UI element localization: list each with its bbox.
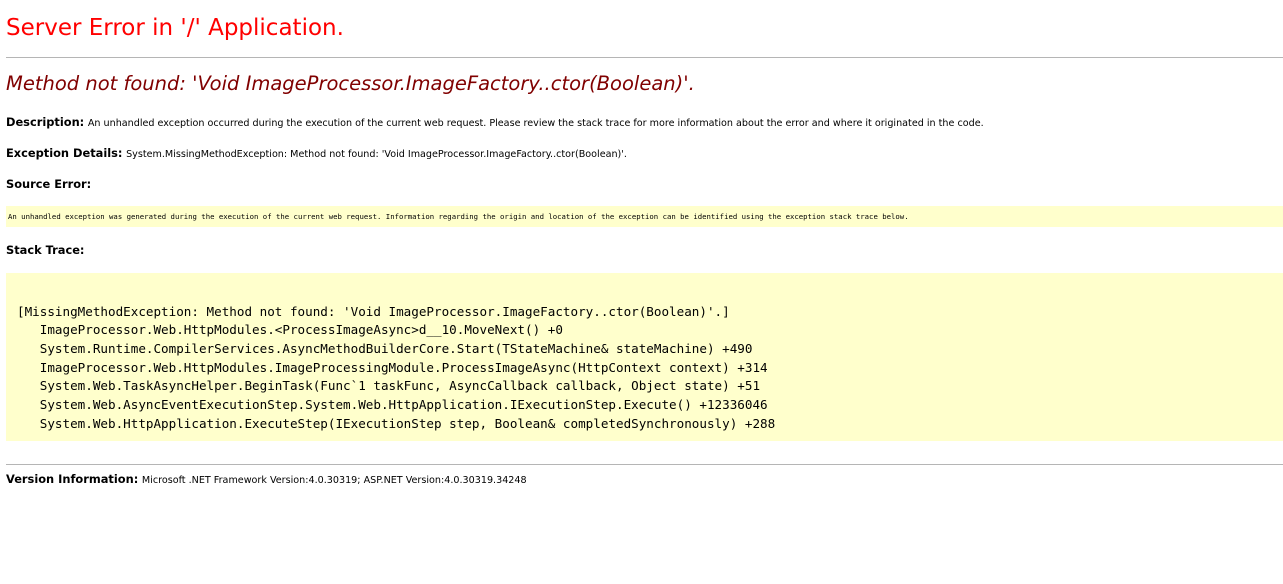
exception-details-label: Exception Details: [6, 146, 123, 160]
stack-trace-line: ImageProcessor.Web.HttpModules.ImageProc… [17, 360, 768, 375]
title-divider [6, 57, 1283, 58]
footer-divider [6, 464, 1283, 465]
stack-trace-line: System.Web.AsyncEventExecutionStep.Syste… [17, 397, 768, 412]
stack-trace-label: Stack Trace: [6, 243, 85, 257]
description-label: Description: [6, 115, 85, 129]
version-info-label: Version Information: [6, 472, 139, 486]
source-error-text: An unhandled exception was generated dur… [8, 212, 909, 221]
exception-details-row: Exception Details: System.MissingMethodE… [6, 146, 627, 160]
description-row: Description: An unhandled exception occu… [6, 115, 984, 129]
stack-trace-line: System.Web.TaskAsyncHelper.BeginTask(Fun… [17, 378, 761, 393]
error-message: Method not found: 'Void ImageProcessor.I… [6, 72, 695, 95]
page-title: Server Error in '/' Application. [6, 15, 344, 41]
stack-trace-line: System.Runtime.CompilerServices.AsyncMet… [17, 341, 753, 356]
exception-details-text: System.MissingMethodException: Method no… [126, 149, 627, 160]
source-error-heading: Source Error: [6, 177, 91, 191]
stack-trace-line: [MissingMethodException: Method not foun… [17, 304, 730, 319]
stack-trace-heading: Stack Trace: [6, 243, 84, 257]
stack-trace-box: [MissingMethodException: Method not foun… [6, 273, 1283, 441]
source-error-label: Source Error: [6, 177, 92, 191]
stack-trace-line: System.Web.HttpApplication.ExecuteStep(I… [17, 416, 776, 431]
version-info-text: Microsoft .NET Framework Version:4.0.303… [141, 475, 527, 486]
source-error-box: An unhandled exception was generated dur… [6, 206, 1283, 227]
error-page: Server Error in '/' Application. Method … [0, 0, 1283, 584]
description-text: An unhandled exception occurred during t… [87, 118, 984, 129]
version-info-row: Version Information: Microsoft .NET Fram… [6, 472, 527, 486]
stack-trace-line: ImageProcessor.Web.HttpModules.<ProcessI… [17, 322, 563, 337]
